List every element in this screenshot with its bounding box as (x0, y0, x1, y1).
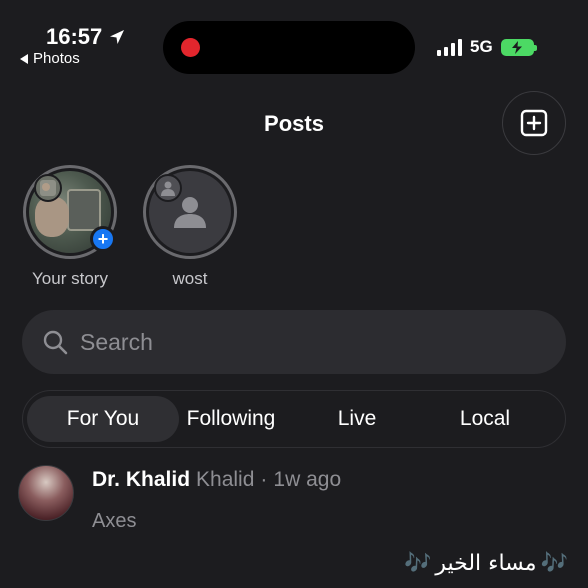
user-avatar (154, 174, 182, 202)
search-input[interactable]: Search (22, 310, 566, 374)
caption-text: مساء الخير (435, 550, 537, 576)
clock-text: 16:57 (46, 24, 103, 49)
cellular-signal-icon (437, 38, 462, 56)
battery-charging-icon (500, 38, 537, 56)
story-label: wost (172, 269, 208, 288)
back-to-photos-link[interactable]: Photos (20, 50, 80, 67)
post-text: Axes (92, 510, 137, 532)
location-arrow-icon (110, 30, 125, 44)
status-indicators: 5G (437, 37, 537, 57)
post-time: 1w ago (273, 468, 342, 491)
user-avatar (34, 174, 62, 202)
meta-separator: · (260, 468, 268, 491)
story-ring (143, 165, 237, 259)
back-triangle-icon (20, 53, 28, 64)
search-icon (43, 330, 68, 355)
add-story-plus-icon[interactable]: + (90, 226, 116, 252)
story-label: Your story (32, 269, 108, 288)
feed-tabs: For You Following Live Local (22, 390, 566, 448)
network-type: 5G (470, 37, 493, 56)
tab-following[interactable]: Following (179, 396, 283, 442)
story-wost[interactable]: wost (142, 165, 238, 289)
page-title: Posts (264, 111, 324, 136)
back-label: Photos (33, 50, 80, 67)
tab-live[interactable]: Live (309, 396, 405, 442)
overlay-caption: 🎶 مساء الخير 🎶 (404, 550, 568, 576)
post-header: Dr. Khalid Khalid · 1w ago (92, 468, 341, 492)
plus-square-icon (520, 109, 548, 137)
recording-indicator-icon (181, 38, 200, 57)
music-note-icon: 🎶 (403, 550, 432, 575)
music-note-icon: 🎶 (540, 550, 568, 575)
story-your-story[interactable]: + Your story (22, 165, 118, 289)
search-placeholder: Search (80, 328, 153, 355)
new-post-button[interactable] (502, 91, 566, 155)
tab-local[interactable]: Local (435, 396, 535, 442)
person-icon (161, 181, 175, 196)
tab-for-you[interactable]: For You (27, 396, 179, 442)
dynamic-island (163, 21, 415, 74)
status-time: 16:57 (46, 24, 126, 50)
post-author-name[interactable]: Dr. Khalid (92, 468, 190, 492)
post-author-handle: Khalid (196, 468, 255, 491)
story-ring: + (23, 165, 117, 259)
post-author-avatar[interactable] (18, 465, 74, 521)
